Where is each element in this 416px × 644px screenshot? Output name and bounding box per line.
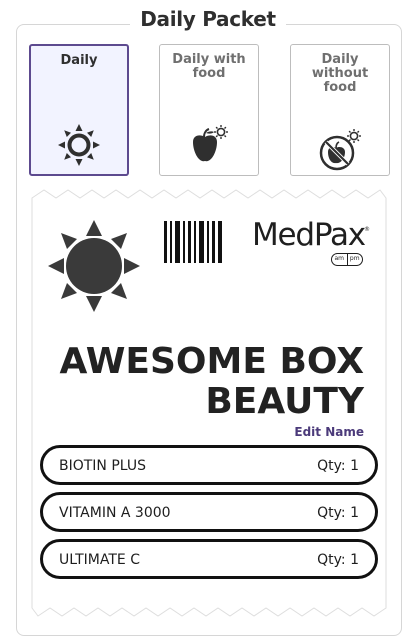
am-pm-pill: am pm [331, 253, 363, 266]
pm-label: pm [346, 254, 363, 265]
packet-name: AWESOME BOX BEAUTY [44, 342, 364, 422]
option-daily-without-food-label: Daily without food [311, 52, 369, 95]
supplement-qty: Qty: 1 [317, 552, 359, 568]
supplement-qty: Qty: 1 [317, 458, 359, 474]
supplement-name: ULTIMATE C [59, 552, 140, 568]
option-daily-with-food[interactable]: Daily with food [159, 44, 259, 176]
supplement-qty: Qty: 1 [317, 505, 359, 521]
packet-name-line1: AWESOME BOX [59, 341, 364, 382]
am-label: am [334, 255, 345, 262]
option-daily-with-food-label: Daily with food [172, 52, 246, 81]
option-daily-label: Daily [60, 53, 98, 68]
brand-registered-mark: ® [364, 226, 370, 233]
brand-logo: MedPax [252, 217, 366, 253]
supplement-item[interactable]: BIOTIN PLUS Qty: 1 [40, 445, 378, 485]
barcode [164, 221, 222, 263]
supplement-item[interactable]: VITAMIN A 3000 Qty: 1 [40, 492, 378, 532]
option-daily[interactable]: Daily [29, 44, 129, 176]
apple-sun-icon [193, 125, 228, 162]
option-daily-without-food[interactable]: Daily without food [290, 44, 390, 176]
supplement-item[interactable]: ULTIMATE C Qty: 1 [40, 539, 378, 579]
packet-name-line2: BEAUTY [205, 381, 364, 422]
page-title: Daily Packet [140, 7, 276, 31]
sun-icon-large [48, 220, 140, 312]
sun-icon [58, 124, 100, 166]
edit-name-link[interactable]: Edit Name [294, 425, 364, 439]
supplement-name: VITAMIN A 3000 [59, 505, 171, 521]
no-food-icon [319, 129, 361, 171]
supplement-name: BIOTIN PLUS [59, 458, 147, 474]
